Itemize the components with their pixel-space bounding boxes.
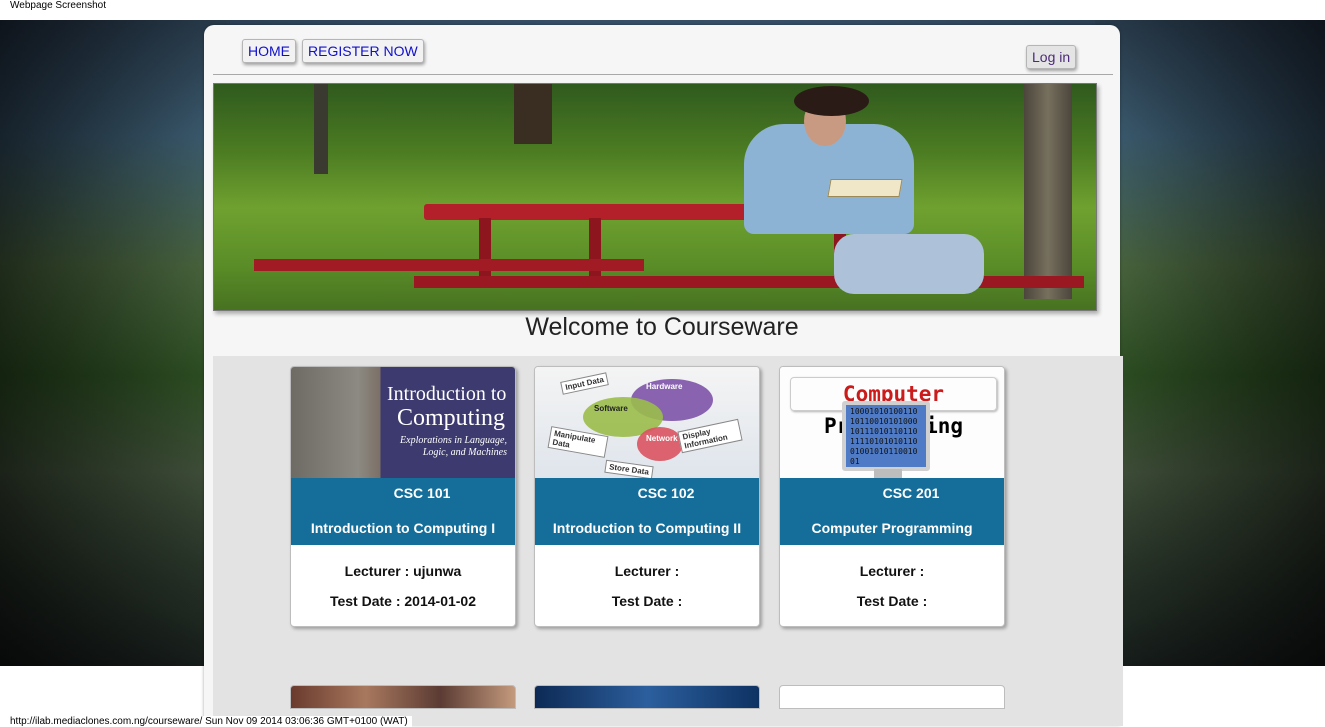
- course-band[interactable]: CSC 102 Introduction to Computing II: [535, 478, 759, 545]
- course-thumbnail[interactable]: Introduction to Computing Explorations i…: [291, 367, 515, 478]
- course-test-date: Test Date :: [611, 593, 683, 609]
- course-test-date: Test Date :: [856, 593, 928, 609]
- course-lecturer: Lecturer :: [859, 563, 925, 579]
- welcome-heading: Welcome to Courseware: [525, 313, 799, 341]
- register-now-button[interactable]: REGISTER NOW: [302, 39, 424, 63]
- monitor-stand: [874, 469, 902, 478]
- status-bar-url: http://ilab.mediaclones.com.ng/coursewar…: [10, 716, 412, 727]
- course-code: CSC 201: [882, 485, 940, 501]
- thumb-label-hardware: Hardware: [646, 382, 683, 391]
- course-card-csc102[interactable]: Input Data Hardware Software Display Inf…: [534, 366, 760, 627]
- course-code: CSC 101: [393, 485, 451, 501]
- hero-banner-image: [213, 83, 1097, 311]
- course-test-date: Test Date : 2014-01-02: [329, 593, 477, 609]
- course-lecturer: Lecturer :: [614, 563, 680, 579]
- course-band[interactable]: CSC 201 Computer Programming: [780, 478, 1004, 545]
- course-code: CSC 102: [637, 485, 695, 501]
- course-card-csc201[interactable]: Computer Programming 1000101010011010110…: [779, 366, 1005, 627]
- course-lecturer: Lecturer : ujunwa: [344, 563, 462, 579]
- course-list: Introduction to Computing Explorations i…: [213, 356, 1123, 726]
- top-nav: HOME REGISTER NOW: [242, 39, 424, 63]
- home-button[interactable]: HOME: [242, 39, 296, 63]
- thumb-title-line2: Computing: [397, 405, 506, 431]
- background-right-shade: [1095, 20, 1325, 666]
- course-title: Introduction to Computing I: [310, 520, 496, 536]
- thumb-subtitle: Explorations in Language, Logic, and Mac…: [400, 435, 507, 458]
- course-thumbnail[interactable]: Computer Programming 1000101010011010110…: [780, 367, 1004, 478]
- screenshot-label: Webpage Screenshot: [10, 0, 106, 11]
- course-card-partial[interactable]: [534, 685, 760, 709]
- course-card-partial[interactable]: [779, 685, 1005, 709]
- thumb-label-software: Software: [594, 404, 628, 413]
- nav-divider: [213, 74, 1113, 75]
- thumb-label-store: Store Data: [604, 459, 654, 478]
- course-thumbnail[interactable]: Input Data Hardware Software Display Inf…: [535, 367, 759, 478]
- course-band[interactable]: CSC 101 Introduction to Computing I: [291, 478, 515, 545]
- thumb-label-display: Display Information: [677, 418, 743, 454]
- login-button[interactable]: Log in: [1026, 45, 1077, 69]
- course-card-partial[interactable]: [290, 685, 516, 709]
- background-left-shade: [0, 20, 230, 666]
- page-container: HOME REGISTER NOW Log in Welcome to Cour…: [204, 25, 1123, 726]
- thumb-label-network: Network: [646, 434, 678, 443]
- course-title: Introduction to Computing II: [552, 520, 742, 536]
- course-card-csc101[interactable]: Introduction to Computing Explorations i…: [290, 366, 516, 627]
- course-title: Computer Programming: [811, 520, 973, 536]
- monitor-icon: 1000101010011010110010101000101110101101…: [842, 401, 930, 471]
- thumb-label-input: Input Data: [560, 372, 609, 395]
